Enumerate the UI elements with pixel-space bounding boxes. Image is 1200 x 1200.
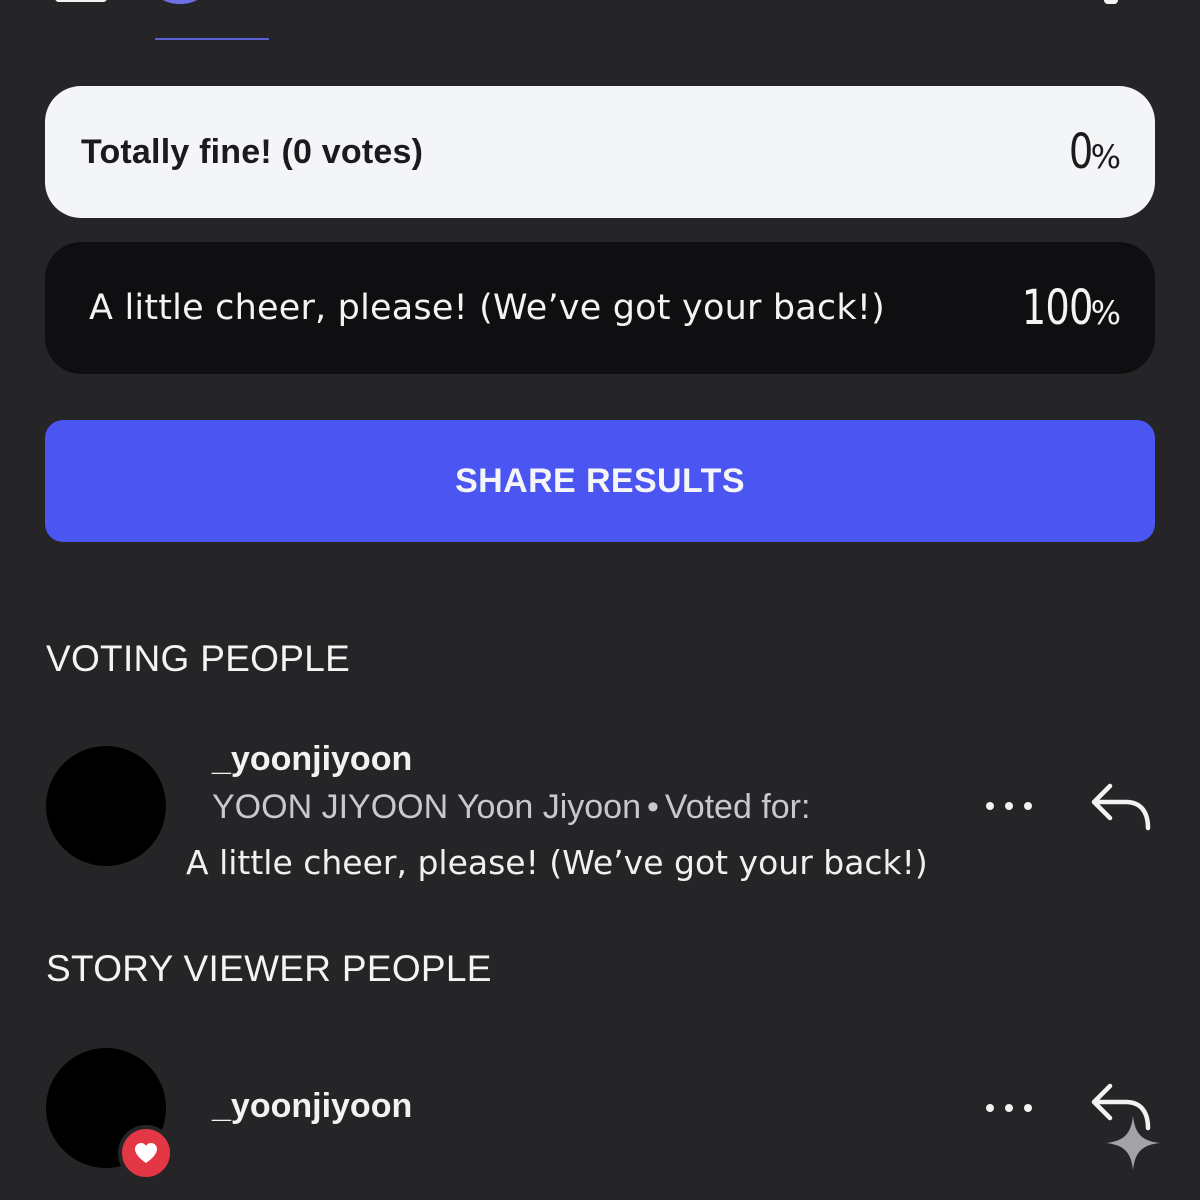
- poll-option-percent: 100 %: [1004, 280, 1121, 336]
- voted-for-label: Voted for:: [664, 788, 811, 826]
- voted-option-text: A little cheer, please! (We’ve got your …: [186, 843, 928, 882]
- separator-dot: •: [646, 788, 659, 826]
- heart-icon: [118, 1125, 174, 1181]
- share-results-button[interactable]: SHARE RESULTS: [45, 420, 1155, 542]
- voter-username[interactable]: _yoonjiyoon: [212, 740, 412, 779]
- percent-value: 0: [1068, 124, 1093, 180]
- voter-display-name: YOON JIYOON Yoon Jiyoon: [212, 788, 641, 826]
- sparkle-icon: [1106, 1116, 1160, 1170]
- poll-option-label: Totally fine! (0 votes): [81, 132, 424, 171]
- story-viewer-people-heading: STORY VIEWER PEOPLE: [46, 948, 492, 989]
- poll-results-screen: Totally fine! (0 votes) 0 % A little che…: [0, 0, 1200, 1200]
- menu-icon[interactable]: [1104, 0, 1118, 4]
- poll-option-2[interactable]: A little cheer, please! (We’ve got your …: [45, 242, 1155, 374]
- percent-value: 100: [1021, 280, 1094, 336]
- poll-option-percent: 0 %: [1063, 124, 1121, 180]
- percent-sign: %: [1090, 138, 1121, 176]
- story-avatar-icon[interactable]: [150, 0, 210, 4]
- more-options-icon[interactable]: [986, 799, 1032, 813]
- avatar[interactable]: [46, 746, 166, 866]
- more-options-icon[interactable]: [986, 1101, 1032, 1115]
- tab-indicator: [155, 38, 269, 40]
- voting-people-heading: VOTING PEOPLE: [46, 638, 351, 679]
- viewer-username[interactable]: _yoonjiyoon: [212, 1087, 412, 1126]
- percent-sign: %: [1090, 294, 1121, 332]
- poll-option-label: A little cheer, please! (We’ve got your …: [89, 288, 885, 328]
- voter-subline: YOON JIYOON Yoon Jiyoon • Voted for:: [212, 788, 810, 827]
- poll-option-1[interactable]: Totally fine! (0 votes) 0 %: [45, 86, 1155, 218]
- reply-icon[interactable]: [1088, 778, 1154, 834]
- back-icon[interactable]: [55, 0, 107, 2]
